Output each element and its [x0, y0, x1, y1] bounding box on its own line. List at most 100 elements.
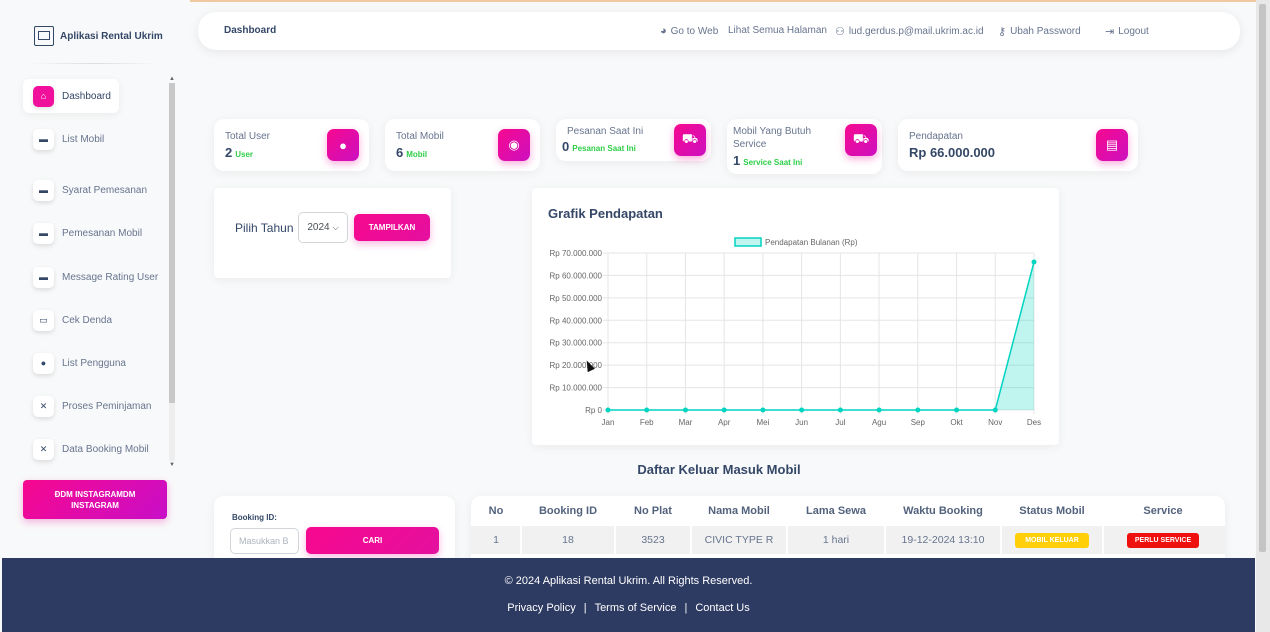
status-badge: MOBIL KELUAR	[1015, 533, 1089, 548]
scroll-up-icon[interactable]: ▲	[168, 75, 176, 83]
data-point	[992, 407, 998, 413]
y-tick-label: Rp 70.000.000	[550, 249, 603, 258]
user-icon: ⚇	[835, 26, 845, 38]
instagram-button[interactable]: ÐDM INSTAGRAMDM INSTAGRAM	[23, 480, 167, 519]
brand[interactable]: Aplikasi Rental Ukrim	[34, 26, 163, 46]
sidebar-item-label: Data Booking Mobil	[62, 443, 149, 455]
y-tick-label: Rp 40.000.000	[550, 316, 603, 325]
cart-icon: ⛟	[674, 124, 706, 156]
terms-link[interactable]: Terms of Service	[595, 602, 677, 614]
brand-name: Aplikasi Rental Ukrim	[60, 30, 163, 42]
revenue-chart-card: Grafik Pendapatan Rp 0 Rp 10.000.000 Rp 20…	[532, 188, 1059, 445]
stat-value: 6 Mobil	[396, 145, 428, 160]
go-to-web-link[interactable]: ◕ Go to Web	[660, 25, 718, 37]
footer-separator: |	[583, 602, 587, 614]
sidebar-item-dashboard[interactable]: ⌂ Dashboard	[23, 79, 119, 113]
sidebar-item-message-rating[interactable]: ▬ Message Rating User	[23, 260, 169, 294]
y-tick-label: Rp 60.000.000	[550, 271, 603, 280]
data-point	[682, 407, 688, 413]
user-icon: ●	[33, 352, 54, 374]
service-badge: PERLU SERVICE	[1127, 533, 1199, 548]
data-point	[954, 407, 960, 413]
legend-label: Pendapatan Bulanan (Rp)	[765, 238, 858, 247]
data-point	[876, 407, 882, 413]
footer-separator: |	[684, 602, 688, 614]
all-pages-link[interactable]: Lihat Semua Halaman	[728, 25, 827, 36]
col-header-service: Service	[1143, 505, 1183, 517]
x-tick-label: Agu	[872, 418, 886, 427]
cell-lama-sewa: 1 hari	[822, 534, 850, 546]
sidebar-item-label: Cek Denda	[62, 314, 113, 326]
tampilkan-button[interactable]: TAMPILKAN	[354, 214, 430, 241]
cari-button-label: CARI	[362, 536, 383, 545]
tampilkan-button-label: TAMPILKAN	[368, 223, 416, 232]
sidebar-scrollbar[interactable]: ▲ ▼	[168, 75, 176, 470]
cart-icon: ⛟	[845, 124, 877, 156]
stat-value: 1 Service Saat Ini	[733, 153, 803, 168]
sidebar-item-data-booking[interactable]: ✕ Data Booking Mobil	[23, 432, 169, 466]
user-email-link[interactable]: ⚇ lud.gerdus.p@mail.ukrim.ac.id	[835, 25, 984, 38]
car-icon: ▬	[33, 222, 54, 244]
privacy-policy-link[interactable]: Privacy Policy	[507, 602, 575, 614]
sidebar-item-list-mobil[interactable]: ▬ List Mobil	[23, 122, 169, 156]
col-header-no-plat: No Plat	[634, 505, 672, 517]
stat-label: Pendapatan	[909, 131, 963, 142]
x-tick-label: Nov	[988, 418, 1002, 427]
stat-label: Pesanan Saat Ini	[567, 126, 644, 137]
scroll-down-icon[interactable]: ▼	[168, 461, 176, 469]
booking-id-input[interactable]: Masukkan B	[230, 528, 299, 554]
page-scrollbar[interactable]	[1256, 0, 1270, 632]
data-point	[644, 407, 650, 413]
cari-button[interactable]: CARI	[306, 527, 439, 554]
user-email: lud.gerdus.p@mail.ukrim.ac.id	[848, 26, 984, 37]
data-point	[799, 407, 805, 413]
booking-id-placeholder: Masukkan B	[239, 536, 289, 546]
logout-icon: ⇥	[1105, 26, 1115, 38]
page-scroll-thumb[interactable]	[1259, 4, 1266, 552]
globe-icon: ◕	[660, 25, 667, 37]
divider	[30, 63, 160, 64]
data-point	[760, 407, 766, 413]
stat-value: Rp 66.000.000	[909, 145, 996, 160]
sidebar-item-label: Dashboard	[62, 90, 111, 102]
key-icon: ⚷	[998, 26, 1007, 38]
table-title: Daftar Keluar Masuk Mobil	[637, 462, 801, 477]
car-icon: ▬	[33, 128, 54, 150]
x-tick-label: Sep	[911, 418, 926, 427]
year-select[interactable]: 2024 ⌵	[298, 212, 348, 243]
top-accent-line	[0, 0, 1270, 2]
data-point	[837, 407, 843, 413]
col-header-status-mobil: Status Mobil	[1019, 505, 1085, 517]
x-tick-label: Mar	[679, 418, 693, 427]
sidebar-item-cek-denda[interactable]: ▭ Cek Denda	[23, 303, 169, 337]
stat-card-pesanan: Pesanan Saat Ini 0 Pesanan Saat Ini ⛟	[556, 119, 711, 161]
go-to-web-label: Go to Web	[670, 25, 719, 37]
change-password-link[interactable]: ⚷ Ubah Password	[998, 25, 1081, 38]
change-password-label: Ubah Password	[1010, 26, 1081, 37]
logout-link[interactable]: ⇥ Logout	[1105, 25, 1149, 38]
booking-id-label: Booking ID:	[232, 513, 277, 522]
sidebar-item-pemesanan-mobil[interactable]: ▬ Pemesanan Mobil	[23, 216, 169, 250]
col-header-nama-mobil: Nama Mobil	[708, 505, 770, 517]
invoice-icon: ▤	[1096, 129, 1128, 161]
stat-label: Total User	[225, 131, 271, 142]
stat-card-service: Mobil Yang Butuh Service 1 Service Saat I…	[727, 119, 882, 174]
x-tick-label: Apr	[718, 418, 731, 427]
sidebar-item-list-pengguna[interactable]: ● List Pengguna	[23, 346, 169, 380]
cell-divider	[1102, 526, 1104, 554]
contact-link[interactable]: Contact Us	[695, 602, 749, 614]
stat-card-total-mobil: Total Mobil 6 Mobil ◉	[385, 119, 540, 171]
col-header-lama-sewa: Lama Sewa	[806, 505, 866, 517]
chevron-down-icon: ⌵	[332, 222, 339, 232]
sidebar-item-syarat-pemesanan[interactable]: ▬ Syarat Pemesanan	[23, 173, 169, 207]
stat-card-total-user: Total User 2 User ●	[214, 119, 369, 171]
x-tick-label: Jul	[835, 418, 845, 427]
stat-card-pendapatan: Pendapatan Rp 66.000.000 ▤	[898, 119, 1138, 171]
legend-swatch	[734, 237, 762, 247]
sidebar: Aplikasi Rental Ukrim ⌂ Dashboard ▬ List…	[0, 0, 190, 558]
sidebar-item-proses-peminjaman[interactable]: ✕ Proses Peminjaman	[23, 389, 169, 423]
scroll-thumb[interactable]	[169, 83, 175, 403]
car-icon: ▬	[33, 179, 54, 201]
stat-label: Total Mobil	[396, 131, 444, 142]
x-tick-label: Mei	[756, 418, 769, 427]
